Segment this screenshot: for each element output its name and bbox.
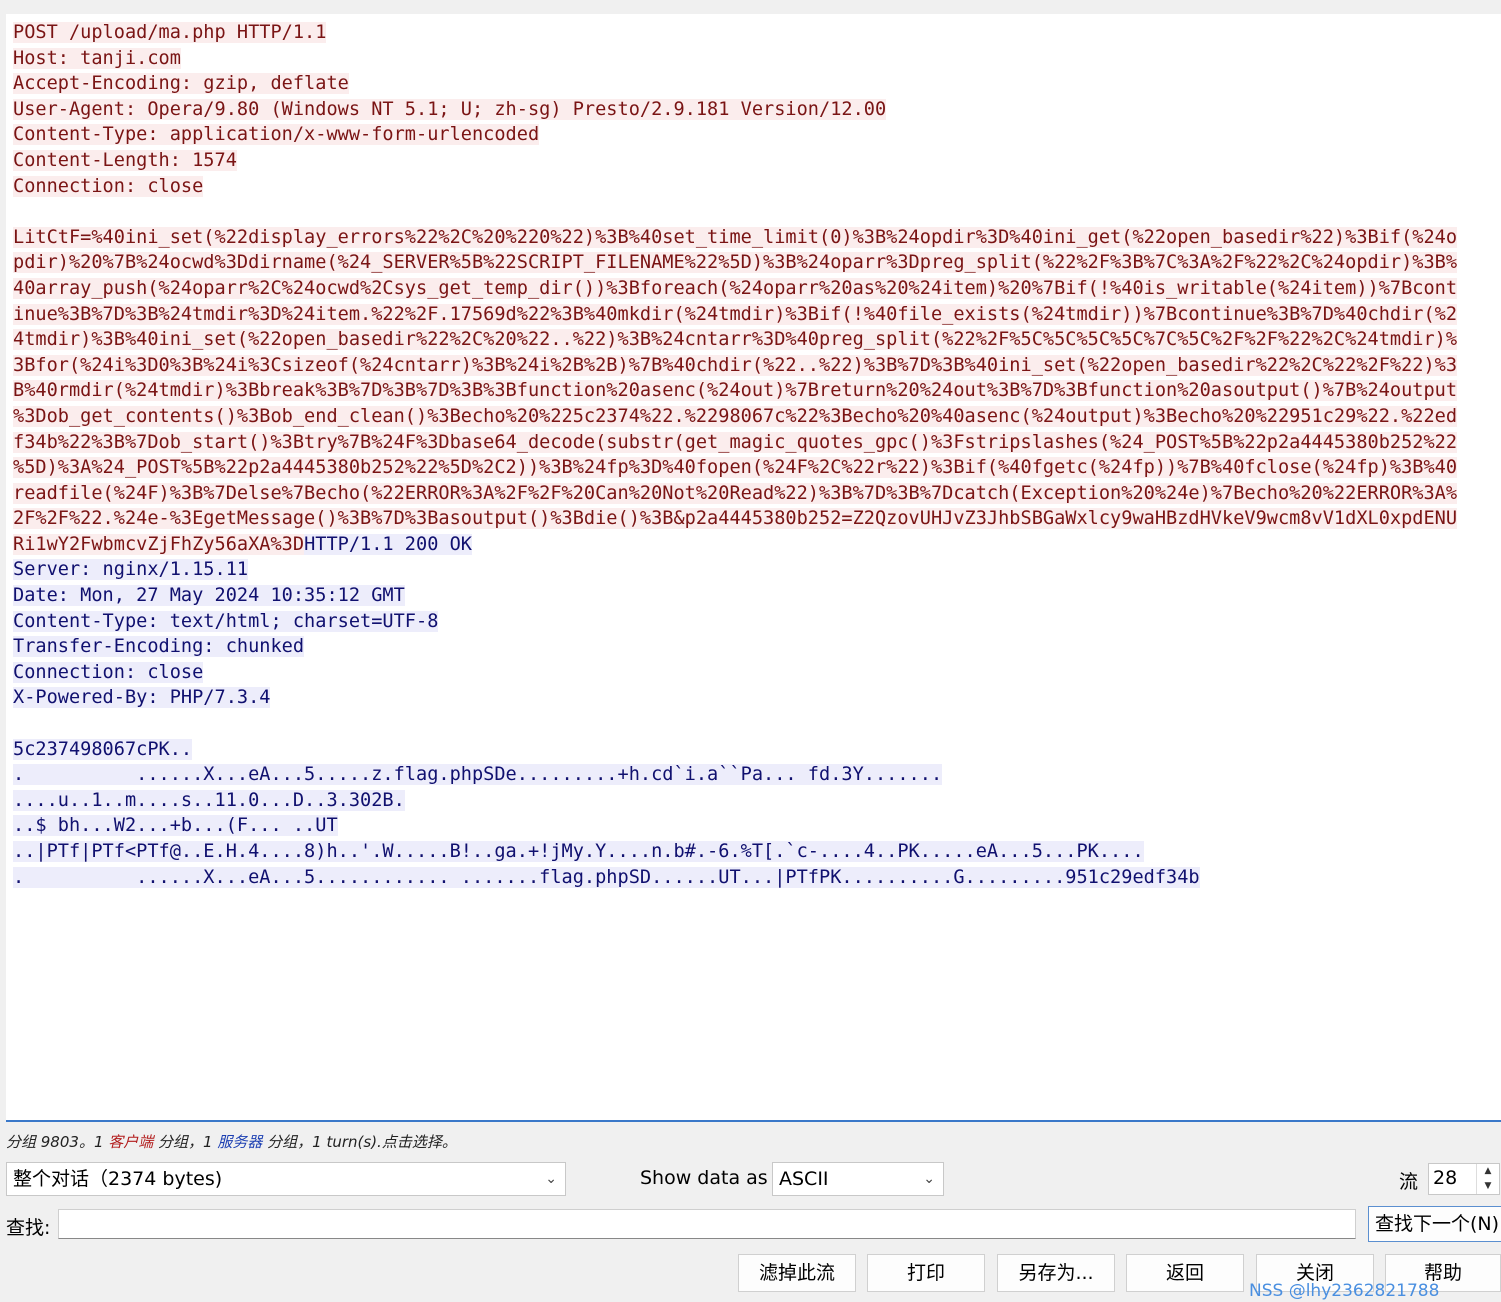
stream-line-server: X-Powered-By: PHP/7.3.4: [13, 685, 271, 711]
conversation-select-value: 整个对话（2374 bytes): [13, 1168, 223, 1190]
chevron-down-icon: ⌄: [923, 1171, 935, 1187]
stream-line-server: ....u..1..m....s..11.0...D..3.302B.: [13, 788, 405, 814]
find-label: 查找:: [6, 1217, 51, 1239]
stream-line-client: Content-Type: application/x-www-form-url…: [13, 122, 540, 148]
stream-line-server: 5c237498067cPK..: [13, 737, 193, 763]
stream-line-client: f34b%22%3B%7Dob_start()%3Btry%7B%24F%3Db…: [13, 430, 1458, 456]
client-text: Ri1wY2FwbmcvZjFhZy56aXA%3D: [13, 533, 305, 555]
client-text: POST /upload/ma.php HTTP/1.1: [13, 22, 327, 43]
stream-line-client: Host: tanji.com: [13, 46, 181, 72]
client-text: Content-Length: 1574: [13, 149, 237, 171]
client-text: %5D)%3A%24_POST%5B%22p2a4445380b252%22%5…: [13, 457, 1458, 479]
server-text: ..$ bh...W2...+b...(F... ..UT: [13, 815, 338, 837]
server-text: Content-Type: text/html; charset=UTF-8: [13, 610, 439, 632]
stream-line-client: %5D)%3A%24_POST%5B%22p2a4445380b252%22%5…: [13, 455, 1458, 481]
server-text: . ......X...eA...5.....z.flag.phpSDe....…: [13, 764, 943, 786]
find-next-button[interactable]: 查找下一个(N): [1368, 1206, 1501, 1242]
spin-down-icon[interactable]: ▼: [1477, 1179, 1499, 1194]
client-text: 3Bfor(%24i%3D0%3B%24i%3Csizeof(%24cntarr…: [13, 354, 1458, 376]
stream-line-client: B%40rmdir(%24tmdir)%3Bbreak%3B%7D%3B%7D%…: [13, 378, 1458, 404]
show-data-as-value: ASCII: [779, 1168, 829, 1190]
chevron-down-icon: ⌄: [545, 1171, 557, 1187]
stream-line-client: Connection: close: [13, 174, 204, 200]
show-data-as-select[interactable]: ASCII ⌄: [772, 1162, 944, 1196]
server-text: Server: nginx/1.15.11: [13, 559, 249, 581]
spin-arrows[interactable]: ▲ ▼: [1476, 1164, 1499, 1194]
server-text: 5c237498067cPK..: [13, 738, 193, 760]
stream-text: POST /upload/ma.php HTTP/1.1 Host: tanji.…: [13, 20, 1458, 891]
server-text: ..|PTf|PTf<PTf@..E.H.4....8)h..'.W.....B…: [13, 841, 1144, 862]
client-text: Host: tanji.com: [13, 47, 181, 69]
server-text: ....u..1..m....s..11.0...D..3.302B.: [13, 789, 405, 811]
stream-line-server: . ......X...eA...5............ .......fl…: [13, 865, 1200, 891]
stream-line-client: pdir)%20%7B%24ocwd%3Ddirname(%24_SERVER%…: [13, 250, 1458, 276]
stream-line-client: POST /upload/ma.php HTTP/1.1: [13, 20, 327, 46]
client-text: f34b%22%3B%7Dob_start()%3Btry%7B%24F%3Db…: [13, 431, 1458, 453]
stream-line-client: inue%3B%7D%3B%24tmdir%3D%24item.%22%2F.1…: [13, 302, 1458, 328]
stream-line-client: Content-Length: 1574: [13, 148, 237, 174]
stream-line-client: User-Agent: Opera/9.80 (Windows NT 5.1; …: [13, 97, 887, 123]
status-prefix: 分组 9803。1: [6, 1133, 109, 1151]
stream-line-server: Content-Type: text/html; charset=UTF-8: [13, 609, 439, 635]
client-text: 40array_push(%24oparr%2C%24ocwd%2Csys_ge…: [13, 277, 1458, 299]
client-text: inue%3B%7D%3B%24tmdir%3D%24item.%22%2F.1…: [13, 303, 1458, 325]
stream-line-client: readfile(%24F)%3B%7Delse%7Becho(%22ERROR…: [13, 481, 1458, 507]
client-text: 2F%2F%22.%24e-%3EgetMessage()%3B%7D%3Bas…: [13, 508, 1458, 530]
watermark-text: NSS @lhy2362821788: [1249, 1281, 1440, 1301]
stream-line-server: Transfer-Encoding: chunked: [13, 634, 305, 660]
filter-out-stream-button[interactable]: 滤掉此流: [738, 1254, 856, 1292]
stream-number-value: 28: [1433, 1167, 1458, 1189]
stream-status-line[interactable]: 分组 9803。1 客户端 分组，1 服务器 分组，1 turn(s).点击选择…: [6, 1131, 457, 1152]
server-text: X-Powered-By: PHP/7.3.4: [13, 687, 271, 709]
stream-line-client: Accept-Encoding: gzip, deflate: [13, 71, 349, 97]
stream-line-server: ..$ bh...W2...+b...(F... ..UT: [13, 813, 338, 839]
client-text: 4tmdir)%3B%40ini_set(%22open_basedir%22%…: [13, 329, 1458, 351]
client-text: Connection: close: [13, 175, 204, 197]
server-text: Transfer-Encoding: chunked: [13, 636, 305, 658]
status-client-word: 客户端: [108, 1133, 154, 1151]
find-input[interactable]: [58, 1209, 1356, 1239]
stream-line-client: LitCtF=%40ini_set(%22display_errors%22%2…: [13, 225, 1458, 251]
client-text: LitCtF=%40ini_set(%22display_errors%22%2…: [13, 226, 1458, 248]
stream-line-server: . ......X...eA...5.....z.flag.phpSDe....…: [13, 762, 943, 788]
stream-number-label: 流: [1399, 1171, 1419, 1193]
stream-line-client: 2F%2F%22.%24e-%3EgetMessage()%3B%7D%3Bas…: [13, 506, 1458, 532]
server-text: Connection: close: [13, 661, 204, 683]
stream-number-spinbox[interactable]: 28 ▲ ▼: [1428, 1163, 1500, 1195]
stream-line-client: 4tmdir)%3B%40ini_set(%22open_basedir%22%…: [13, 327, 1458, 353]
spin-up-icon[interactable]: ▲: [1477, 1164, 1499, 1179]
status-mid2: 分组，1 turn(s).点击选择。: [262, 1133, 457, 1151]
print-button[interactable]: 打印: [867, 1254, 985, 1292]
stream-line-server: Connection: close: [13, 660, 204, 686]
client-text: pdir)%20%7B%24ocwd%3Ddirname(%24_SERVER%…: [13, 252, 1458, 274]
client-text: Accept-Encoding: gzip, deflate: [13, 73, 349, 95]
stream-content-pane[interactable]: POST /upload/ma.php HTTP/1.1 Host: tanji.…: [6, 14, 1501, 1122]
client-text: B%40rmdir(%24tmdir)%3Bbreak%3B%7D%3B%7D%…: [13, 380, 1458, 402]
server-text: HTTP/1.1 200 OK: [304, 533, 472, 555]
client-text: User-Agent: Opera/9.80 (Windows NT 5.1; …: [13, 98, 887, 120]
save-as-button[interactable]: 另存为...: [997, 1254, 1115, 1292]
server-text: Date: Mon, 27 May 2024 10:35:12 GMT: [13, 585, 405, 607]
stream-line-server: Date: Mon, 27 May 2024 10:35:12 GMT: [13, 583, 405, 609]
status-server-word: 服务器: [217, 1133, 263, 1151]
show-data-as-label: Show data as: [640, 1167, 768, 1189]
back-button[interactable]: 返回: [1126, 1254, 1244, 1292]
status-mid1: 分组，1: [153, 1133, 218, 1151]
client-text: readfile(%24F)%3B%7Delse%7Becho(%22ERROR…: [13, 482, 1458, 504]
stream-line-client: %3Dob_get_contents()%3Bob_end_clean()%3B…: [13, 404, 1458, 430]
stream-line-server: Server: nginx/1.15.11: [13, 557, 249, 583]
stream-line-client: 3Bfor(%24i%3D0%3B%24i%3Csizeof(%24cntarr…: [13, 353, 1458, 379]
client-text: %3Dob_get_contents()%3Bob_end_clean()%3B…: [13, 405, 1458, 427]
client-text: Content-Type: application/x-www-form-url…: [13, 124, 540, 146]
server-text: . ......X...eA...5............ .......fl…: [13, 866, 1200, 888]
stream-line-server: ..|PTf|PTf<PTf@..E.H.4....8)h..'.W.....B…: [13, 839, 1144, 865]
stream-line-client: 40array_push(%24oparr%2C%24ocwd%2Csys_ge…: [13, 276, 1458, 302]
stream-line-client: Ri1wY2FwbmcvZjFhZy56aXA%3DHTTP/1.1 200 O…: [13, 532, 472, 558]
conversation-select[interactable]: 整个对话（2374 bytes) ⌄: [6, 1162, 566, 1196]
